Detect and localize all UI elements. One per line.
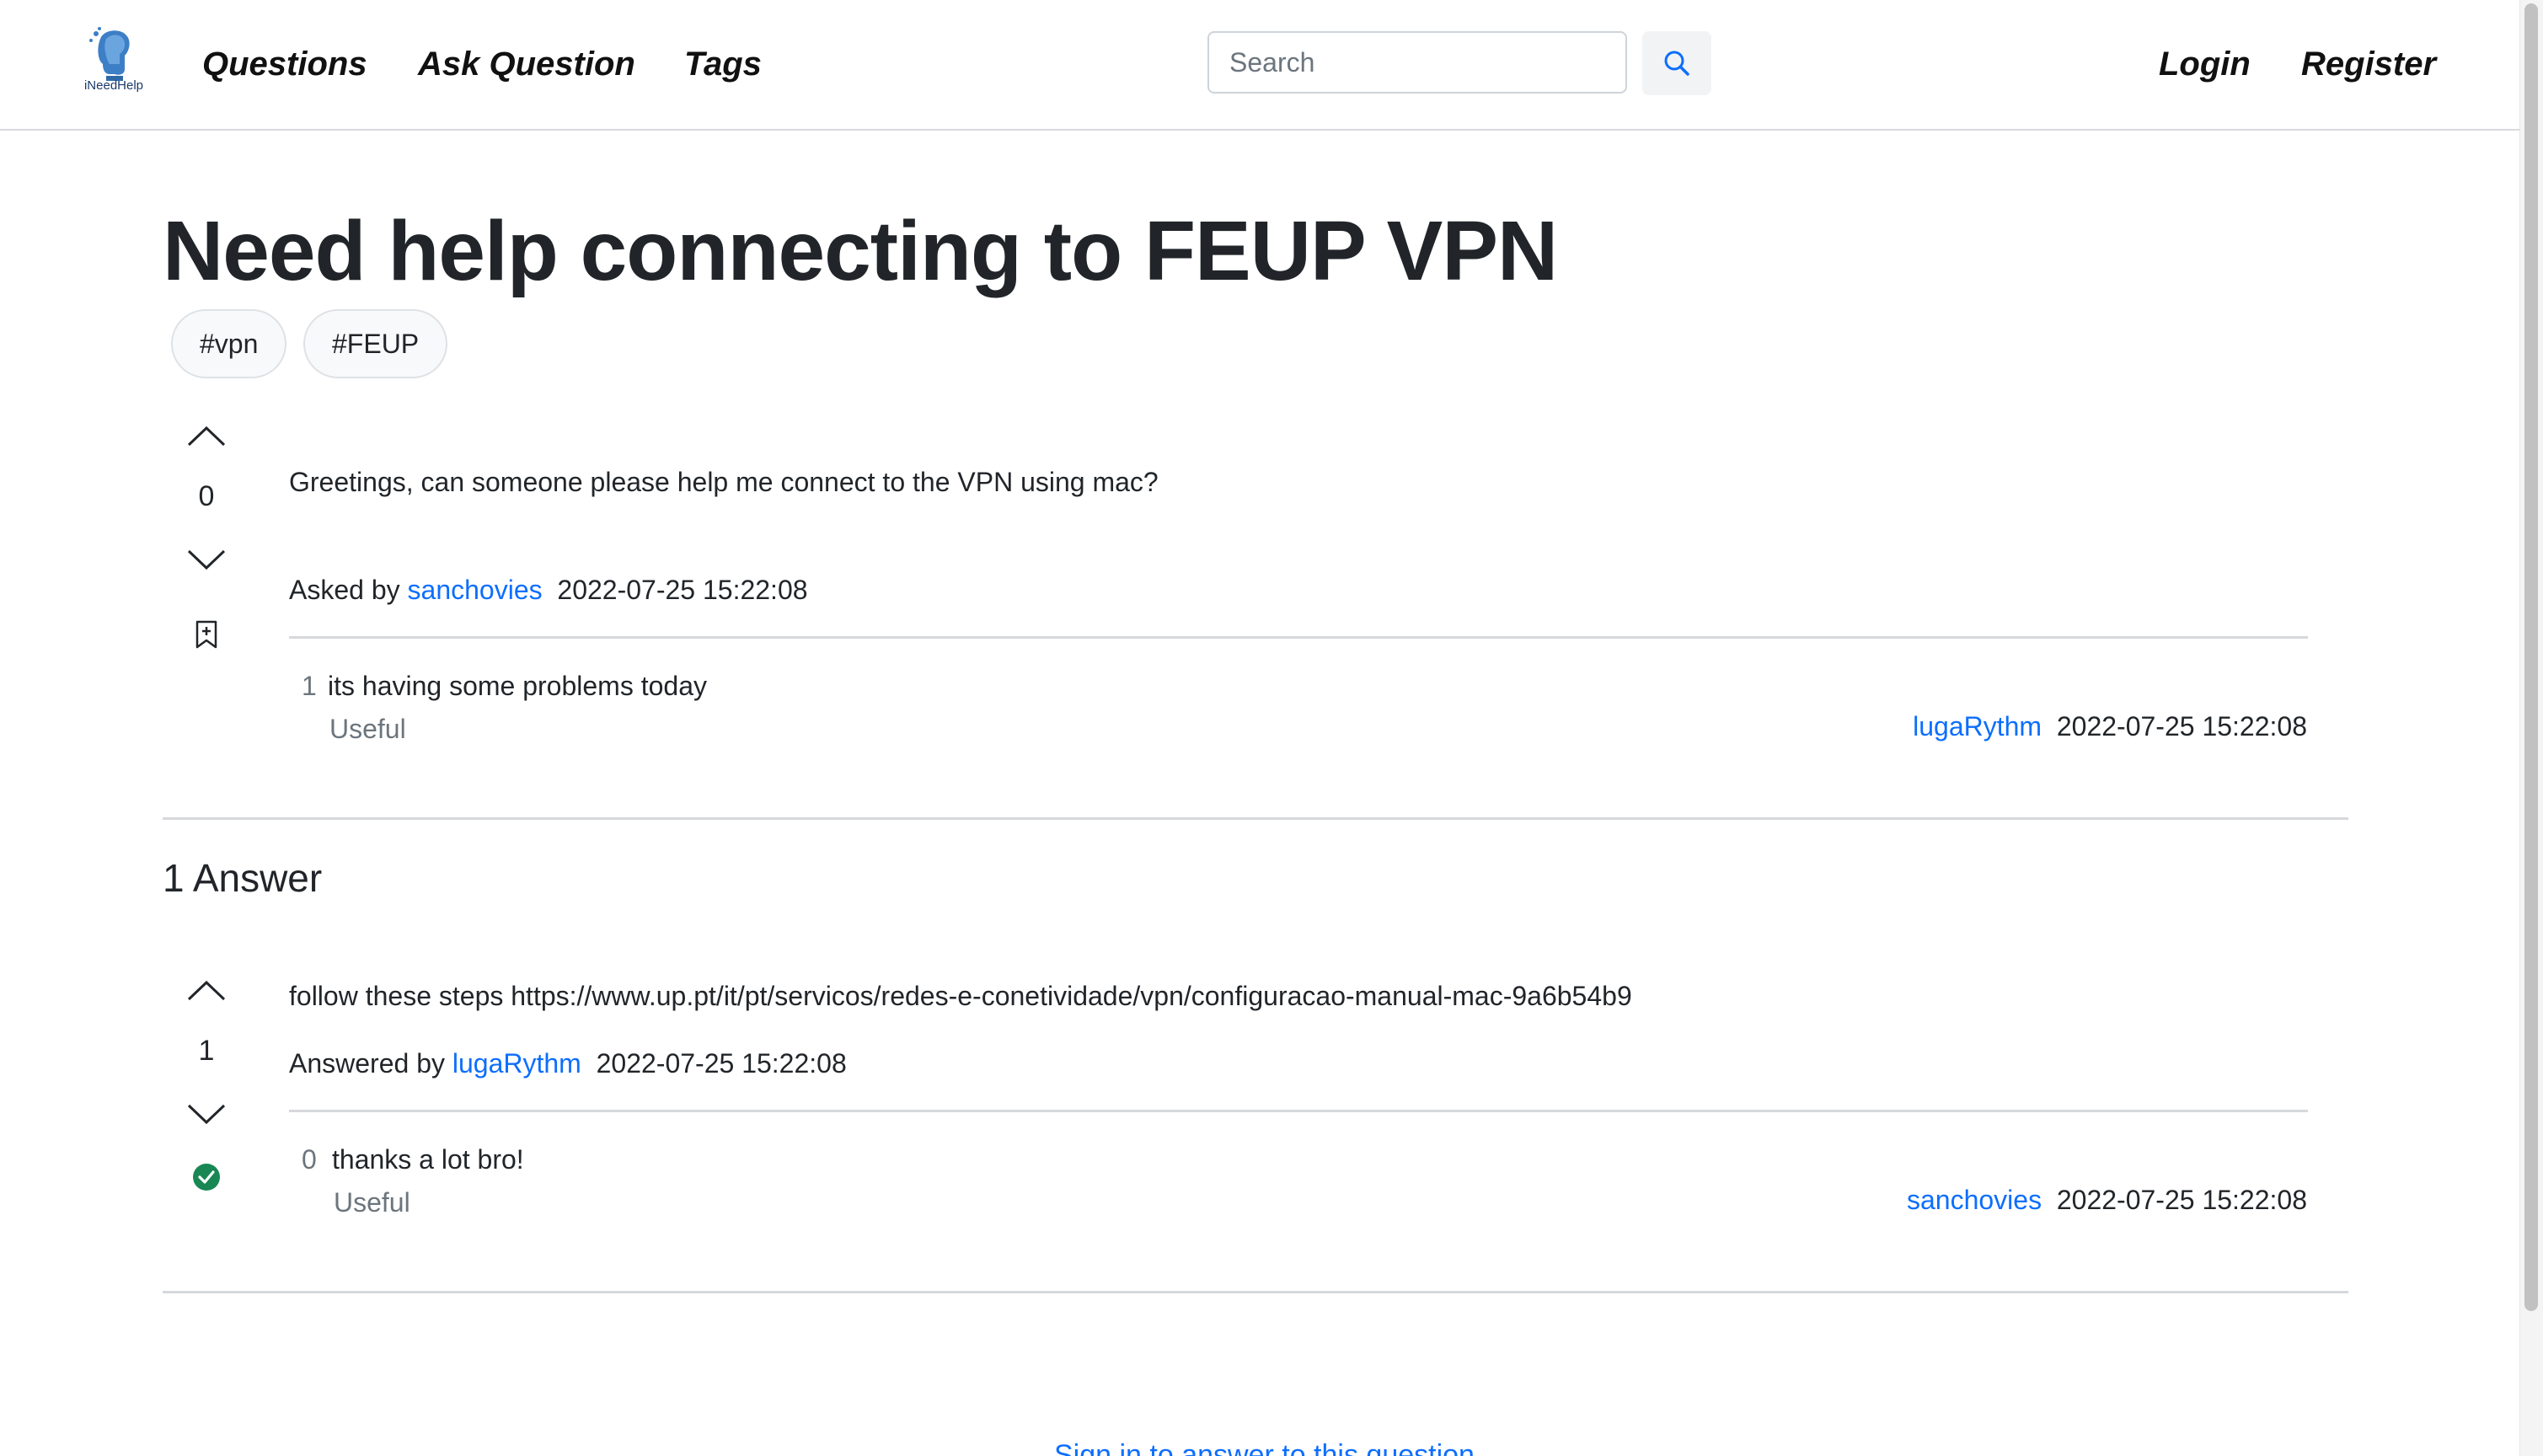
divider bbox=[289, 1110, 2308, 1112]
comment-timestamp: 2022-07-25 15:22:08 bbox=[2056, 711, 2307, 741]
comment-timestamp: 2022-07-25 15:22:08 bbox=[2056, 1185, 2307, 1215]
comment-author-link[interactable]: lugaRythm bbox=[1913, 711, 2042, 741]
comment-useful-button[interactable]: Useful bbox=[334, 1184, 410, 1221]
accepted-check-icon bbox=[193, 1164, 220, 1191]
asked-by-label: Asked by bbox=[289, 575, 400, 605]
divider bbox=[289, 636, 2308, 639]
search-icon bbox=[1664, 51, 1689, 76]
nav-tags-link[interactable]: Tags bbox=[684, 40, 762, 88]
answers-count-heading: 1 Answer bbox=[163, 856, 323, 900]
nav-login-link[interactable]: Login bbox=[2159, 40, 2251, 88]
answered-by-label: Answered by bbox=[289, 1048, 445, 1079]
comment-useful-button[interactable]: Useful bbox=[329, 710, 406, 747]
question-body: Greetings, can someone please help me co… bbox=[289, 467, 1159, 497]
scrollbar-thumb[interactable] bbox=[2524, 3, 2538, 1311]
downvote-chevron-icon[interactable] bbox=[185, 1102, 228, 1127]
answer-author-link[interactable]: lugaRythm bbox=[452, 1048, 581, 1079]
answer-body: follow these steps https://www.up.pt/it/… bbox=[289, 981, 1632, 1011]
comment-text: its having some problems today bbox=[328, 671, 707, 701]
nav-questions-link[interactable]: Questions bbox=[202, 40, 367, 88]
search-button[interactable] bbox=[1642, 31, 1711, 95]
page: iNeedHelp Questions Ask Question Tags Lo… bbox=[0, 0, 2543, 1456]
logo-text: iNeedHelp bbox=[83, 78, 144, 93]
comment-meta: lugaRythm 2022-07-25 15:22:08 bbox=[1913, 708, 2307, 745]
divider bbox=[163, 1291, 2348, 1293]
divider bbox=[163, 817, 2348, 820]
page-scrollbar[interactable] bbox=[2519, 0, 2543, 1456]
tag-pill[interactable]: #vpn bbox=[171, 309, 287, 378]
answer-meta: Answered by lugaRythm 2022-07-25 15:22:0… bbox=[289, 1045, 847, 1082]
signin-to-answer-link[interactable]: Sign in to answer to this question bbox=[1054, 1436, 1475, 1456]
upvote-chevron-icon[interactable] bbox=[185, 977, 228, 1003]
answer-timestamp: 2022-07-25 15:22:08 bbox=[596, 1048, 847, 1079]
answer-vote-count: 1 bbox=[198, 1035, 215, 1067]
downvote-chevron-icon[interactable] bbox=[185, 548, 228, 573]
nav-register-link[interactable]: Register bbox=[2301, 40, 2436, 88]
comment-score: 0 bbox=[302, 1144, 317, 1175]
question-author-link[interactable]: sanchovies bbox=[408, 575, 543, 605]
search-input[interactable] bbox=[1207, 31, 1627, 94]
tag-pill[interactable]: #FEUP bbox=[303, 309, 448, 378]
question-meta: Asked by sanchovies 2022-07-25 15:22:08 bbox=[289, 571, 808, 608]
nav-ask-question-link[interactable]: Ask Question bbox=[418, 40, 635, 88]
comment-author-link[interactable]: sanchovies bbox=[1907, 1185, 2042, 1215]
upvote-chevron-icon[interactable] bbox=[185, 423, 228, 448]
bookmark-add-icon[interactable] bbox=[195, 620, 218, 649]
comment-text: thanks a lot bro! bbox=[332, 1144, 524, 1175]
question-vote-count: 0 bbox=[198, 480, 215, 512]
top-navbar: iNeedHelp Questions Ask Question Tags Lo… bbox=[0, 0, 2519, 131]
question-title: Need help connecting to FEUP VPN bbox=[163, 204, 1558, 298]
comment-score: 1 bbox=[302, 671, 317, 701]
question-timestamp: 2022-07-25 15:22:08 bbox=[557, 575, 808, 605]
comment-meta: sanchovies 2022-07-25 15:22:08 bbox=[1907, 1181, 2307, 1218]
